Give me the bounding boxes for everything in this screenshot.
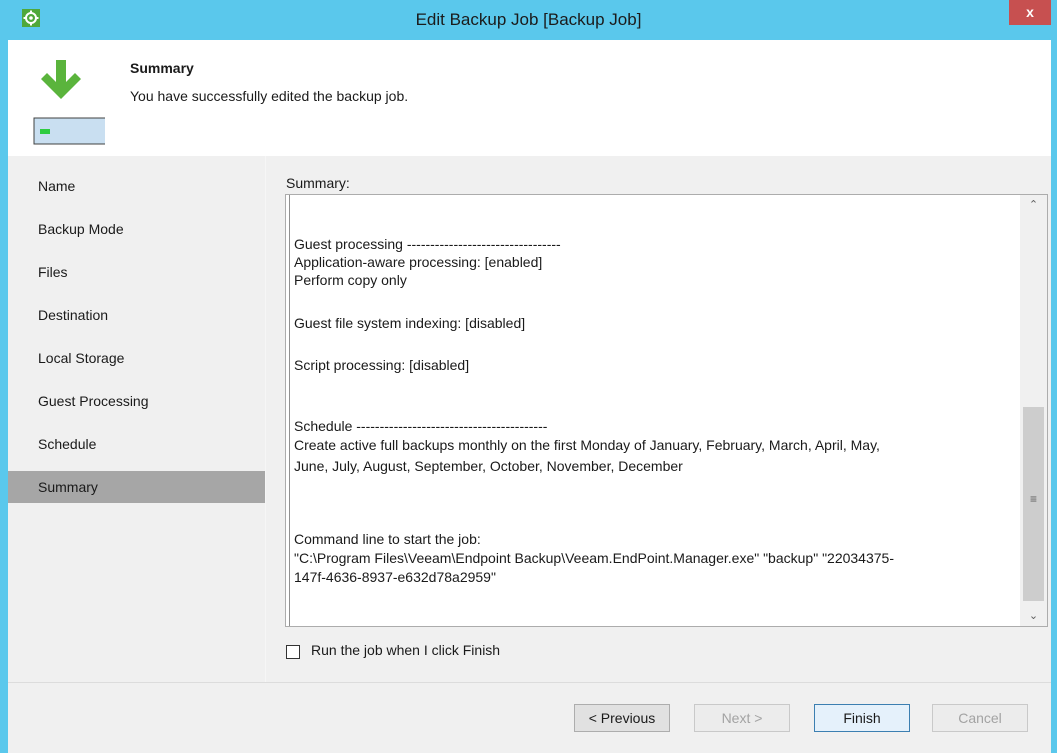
sidebar-item-destination[interactable]: Destination <box>8 299 265 331</box>
main-content: Summary: Guest processing --------------… <box>266 156 1051 682</box>
summary-line: Create active full backups monthly on th… <box>294 437 880 453</box>
sidebar-item-schedule[interactable]: Schedule <box>8 428 265 460</box>
close-button[interactable]: x <box>1009 0 1051 25</box>
vertical-scrollbar[interactable]: ⌃ ≡ ⌄ <box>1020 195 1047 626</box>
finish-button[interactable]: Finish <box>814 704 910 732</box>
cancel-button[interactable]: Cancel <box>932 704 1028 732</box>
summary-label: Summary: <box>286 175 350 191</box>
sidebar-item-name[interactable]: Name <box>8 170 265 202</box>
header: Summary You have successfully edited the… <box>8 40 1051 156</box>
grip-icon: ≡ <box>1029 492 1037 506</box>
summary-text-area: Guest processing -----------------------… <box>289 195 1019 626</box>
sidebar-item-summary[interactable]: Summary <box>8 471 265 503</box>
summary-line: "C:\Program Files\Veeam\Endpoint Backup\… <box>294 550 894 566</box>
sidebar-item-backup-mode[interactable]: Backup Mode <box>8 213 265 245</box>
summary-line: June, July, August, September, October, … <box>294 458 683 474</box>
summary-line: Command line to start the job: <box>294 531 481 547</box>
scroll-down-icon[interactable]: ⌄ <box>1020 607 1047 625</box>
sidebar-item-local-storage[interactable]: Local Storage <box>8 342 265 374</box>
run-job-label[interactable]: Run the job when I click Finish <box>311 642 500 658</box>
sidebar-item-files[interactable]: Files <box>8 256 265 288</box>
title-bar: Edit Backup Job [Backup Job] x <box>0 0 1057 40</box>
summary-line: Guest file system indexing: [disabled] <box>294 315 526 331</box>
summary-line: Perform copy only <box>294 272 407 288</box>
summary-line: Script processing: [disabled] <box>294 357 470 373</box>
wizard-steps-sidebar: Name Backup Mode Files Destination Local… <box>8 156 265 682</box>
page-title: Summary <box>130 60 194 76</box>
backup-download-icon <box>33 60 105 145</box>
window-title: Edit Backup Job [Backup Job] <box>415 10 642 29</box>
summary-line: Application-aware processing: [enabled] <box>294 254 543 270</box>
summary-line: Guest processing -----------------------… <box>294 236 561 252</box>
scrollbar-thumb[interactable]: ≡ <box>1023 407 1044 601</box>
page-subtitle: You have successfully edited the backup … <box>130 88 409 104</box>
summary-line: Schedule -------------------------------… <box>294 418 548 434</box>
previous-button[interactable]: < Previous <box>574 704 670 732</box>
summary-textbox[interactable]: Guest processing -----------------------… <box>285 194 1048 627</box>
run-job-checkbox[interactable] <box>286 645 300 659</box>
summary-line: 147f-4636-8937-e632d78a2959" <box>294 569 496 585</box>
footer-button-bar: < Previous Next > Finish Cancel <box>8 682 1051 753</box>
dialog-window: Summary You have successfully edited the… <box>8 40 1051 753</box>
next-button[interactable]: Next > <box>694 704 790 732</box>
sidebar-item-guest-processing[interactable]: Guest Processing <box>8 385 265 417</box>
scroll-up-icon[interactable]: ⌃ <box>1020 196 1047 214</box>
